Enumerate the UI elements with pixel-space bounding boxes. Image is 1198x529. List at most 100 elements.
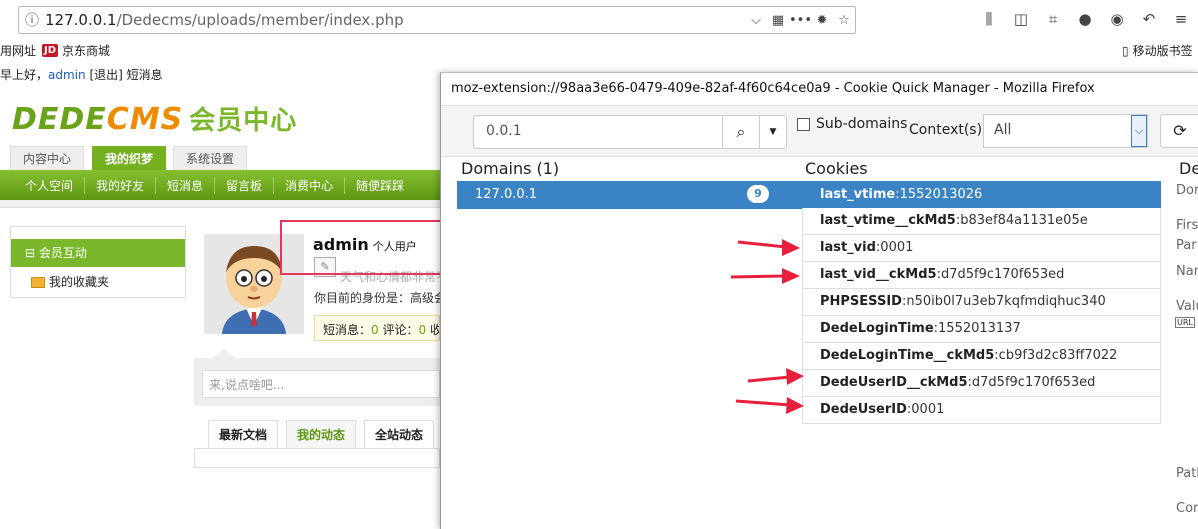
bug-icon[interactable]: ✹ xyxy=(811,13,833,28)
domains-header: Domains (1) xyxy=(461,159,560,178)
nav-messages[interactable]: 短消息 xyxy=(156,176,216,194)
detail-path-label: Path xyxy=(1176,466,1198,481)
url-path: /Dedecms/uploads/member/index.php xyxy=(116,11,404,29)
sidebar-head[interactable]: ⊟ 会员互动 xyxy=(11,239,185,267)
cookie-item[interactable]: last_vid__ckMd5:d7d5f9c170f653ed xyxy=(802,262,1161,289)
info-icon[interactable]: ⓘ xyxy=(19,10,45,30)
highlight-box xyxy=(280,220,442,275)
crop-icon[interactable]: ⌗ xyxy=(1042,10,1064,30)
stats-comment-count[interactable]: 0 xyxy=(419,323,427,337)
tab-site-activity[interactable]: 全站动态 xyxy=(364,420,435,448)
details-header: De xyxy=(1179,159,1198,178)
detail-first-party-label: Firs xyxy=(1176,218,1198,233)
cookies-header: Cookies xyxy=(805,159,868,178)
window-title: moz-extension://98aa3e66-0479-409e-82af-… xyxy=(441,73,1198,105)
cookie-name: DedeLoginTime__ckMd5 xyxy=(820,348,995,363)
refresh-icon: ⟳ xyxy=(1173,121,1187,140)
subdomains-label: Sub-domains xyxy=(816,116,908,132)
chevron-down-icon[interactable]: ⌵ xyxy=(1131,115,1147,147)
cookie-item[interactable]: last_vtime:1552013026 xyxy=(802,181,1161,208)
sidebar-item-label: 我的收藏夹 xyxy=(49,275,110,289)
tab-latest-docs[interactable]: 最新文档 xyxy=(208,420,279,448)
subdomains-checkbox[interactable] xyxy=(797,118,810,131)
stats-fav-label: 收藏 xyxy=(430,323,439,337)
sidebar-icon[interactable]: ◫ xyxy=(1010,10,1032,30)
bookmark-item[interactable]: JD 京东商城 xyxy=(42,42,110,59)
cookie-name: DedeUserID__ckMd5 xyxy=(820,375,968,390)
cookie-name: PHPSESSID xyxy=(820,294,902,309)
member-nav: 个人空间 我的好友 短消息 留言板 消费中心 随便踩踩 xyxy=(0,170,440,200)
url-text[interactable]: 127.0.0.1/Dedecms/uploads/member/index.p… xyxy=(45,11,745,29)
sidebar-item-favorites[interactable]: 我的收藏夹 xyxy=(11,267,185,297)
cookie-value: :1552013137 xyxy=(933,321,1021,336)
bookmark-item[interactable]: ▯ 移动版书签 xyxy=(1122,42,1193,59)
nav-friends[interactable]: 我的好友 xyxy=(85,176,157,194)
bookmark-label: 移动版书签 xyxy=(1132,44,1193,58)
logo-part2: CMS xyxy=(106,102,184,137)
messages-link[interactable]: 短消息 xyxy=(127,68,163,82)
logout-link[interactable]: [退出] xyxy=(89,68,122,82)
stats-msg-count[interactable]: 0 xyxy=(371,323,379,337)
nav-guestbook[interactable]: 留言板 xyxy=(215,176,275,194)
back-arrow-icon[interactable]: ↶ xyxy=(1138,10,1160,30)
minus-box-icon: ⊟ xyxy=(25,246,36,260)
stats-box: 短消息：0 评论：0 收藏 xyxy=(314,315,440,341)
cookie-value: :cb9f3d2c83ff7022 xyxy=(994,348,1118,363)
cookie-item[interactable]: PHPSESSID:n50ib0l7u3eb7kqfmdiqhuc340 xyxy=(802,289,1161,316)
cookie-item[interactable]: last_vtime__ckMd5:b83ef84a1131e05e xyxy=(802,208,1161,235)
stats-msg-label: 短消息： xyxy=(323,323,372,337)
search-options-button[interactable]: ▼ xyxy=(759,115,787,149)
domain-search-input[interactable]: 0.0.1 xyxy=(473,115,723,149)
url-host: 127.0.0.1 xyxy=(45,11,117,29)
bookmark-star-icon[interactable]: ☆ xyxy=(833,13,855,28)
detail-value-label: Valu xyxy=(1176,299,1198,314)
caret-down-icon: ▼ xyxy=(769,127,777,137)
cookie-value: :d7d5f9c170f653ed xyxy=(967,375,1096,390)
chat-icon[interactable]: ● xyxy=(1074,10,1096,30)
refresh-button[interactable]: ⟳ xyxy=(1160,114,1198,148)
page-actions-icon[interactable]: ••• xyxy=(789,13,812,28)
nav-billing[interactable]: 消费中心 xyxy=(274,176,346,194)
library-icon[interactable]: ⫼ xyxy=(978,10,1000,30)
cookie-icon[interactable]: ◉ xyxy=(1106,10,1128,30)
bookmark-item[interactable]: 用网址 xyxy=(0,42,36,59)
user-link[interactable]: admin xyxy=(48,68,86,82)
context-select[interactable]: All xyxy=(983,114,1148,148)
address-bar[interactable]: ⓘ 127.0.0.1/Dedecms/uploads/member/index… xyxy=(18,6,856,34)
identity-text: 你目前的身份是：高级会 xyxy=(314,291,447,305)
menu-icon[interactable]: ≡ xyxy=(1170,10,1192,30)
chevron-down-icon[interactable]: ⌵ xyxy=(745,13,767,28)
nav-personal-space[interactable]: 个人空间 xyxy=(14,176,86,194)
cookie-item[interactable]: DedeLoginTime__ckMd5:cb9f3d2c83ff7022 xyxy=(802,343,1161,370)
sidebar: ⊟ 会员互动 我的收藏夹 xyxy=(10,226,186,298)
cookie-name: last_vtime xyxy=(820,187,896,202)
logo-part1: DEDE xyxy=(12,102,107,137)
dedecms-logo[interactable]: DEDECMS 会员中心 xyxy=(12,100,297,137)
qr-code-icon[interactable]: ▦ xyxy=(767,13,789,28)
bookmark-label: 用网址 xyxy=(0,44,37,58)
tab-content-center[interactable]: 内容中心 xyxy=(10,146,85,170)
logo-cn: 会员中心 xyxy=(189,106,298,136)
tab-system-settings[interactable]: 系统设置 xyxy=(173,146,248,170)
say-input[interactable]: 来,说点啥吧... xyxy=(202,370,440,398)
detail-name-label: Nam xyxy=(1176,264,1198,279)
cookie-value: :0001 xyxy=(875,240,914,255)
url-decode-toggle[interactable]: URL xyxy=(1175,317,1195,328)
tab-my-dedecms[interactable]: 我的织梦 xyxy=(92,146,167,170)
cookie-value: :1552013026 xyxy=(895,187,983,202)
cookie-item[interactable]: DedeUserID__ckMd5:d7d5f9c170f653ed xyxy=(802,370,1161,397)
cookie-value: :b83ef84a1131e05e xyxy=(955,213,1088,228)
cookie-name: DedeUserID xyxy=(820,402,907,417)
cookie-name: last_vtime__ckMd5 xyxy=(820,213,956,228)
search-button[interactable]: ⌕ xyxy=(722,115,760,149)
nav-browse[interactable]: 随便踩踩 xyxy=(345,177,415,194)
cookie-item[interactable]: DedeUserID:0001 xyxy=(802,397,1161,424)
bookmarks-toolbar: 用网址 JD 京东商城 ▯ 移动版书签 xyxy=(0,40,1198,62)
greeting-text: 早上好， xyxy=(0,68,49,82)
cookie-item[interactable]: last_vid:0001 xyxy=(802,235,1161,262)
feed-panel xyxy=(194,448,440,468)
cookie-item[interactable]: DedeLoginTime:1552013137 xyxy=(802,316,1161,343)
sidebar-head-label: 会员互动 xyxy=(38,246,87,260)
tab-my-activity[interactable]: 我的动态 xyxy=(286,420,357,448)
cookie-manager-window: moz-extension://98aa3e66-0479-409e-82af-… xyxy=(440,72,1198,529)
